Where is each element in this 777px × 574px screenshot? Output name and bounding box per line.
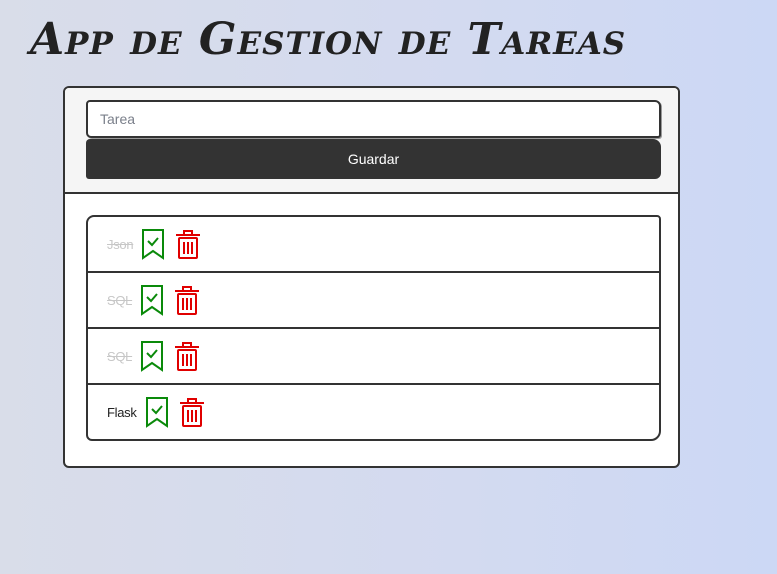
trash-icon[interactable]	[174, 285, 200, 315]
task-name: Flask	[107, 404, 137, 420]
task-name: Json	[107, 236, 134, 252]
bookmark-check-icon[interactable]	[140, 284, 164, 316]
trash-icon[interactable]	[179, 397, 205, 427]
trash-icon[interactable]	[174, 341, 200, 371]
list-item: Json	[86, 215, 661, 273]
list-item: SQL	[86, 327, 661, 385]
list-item: Flask	[86, 383, 661, 441]
bookmark-check-icon[interactable]	[141, 228, 165, 260]
task-name: SQL	[107, 292, 133, 308]
task-input[interactable]	[86, 100, 661, 138]
list-item: SQL	[86, 271, 661, 329]
bookmark-check-icon[interactable]	[140, 340, 164, 372]
task-form: Guardar	[65, 88, 678, 194]
trash-icon[interactable]	[175, 229, 201, 259]
task-card: Guardar Json SQL SQL	[63, 86, 680, 468]
page-title: App de Gestion de Tareas	[30, 14, 627, 65]
task-list: Json SQL SQL Flask	[86, 215, 661, 441]
bookmark-check-icon[interactable]	[145, 396, 169, 428]
task-name: SQL	[107, 348, 133, 364]
save-button[interactable]: Guardar	[86, 139, 661, 179]
